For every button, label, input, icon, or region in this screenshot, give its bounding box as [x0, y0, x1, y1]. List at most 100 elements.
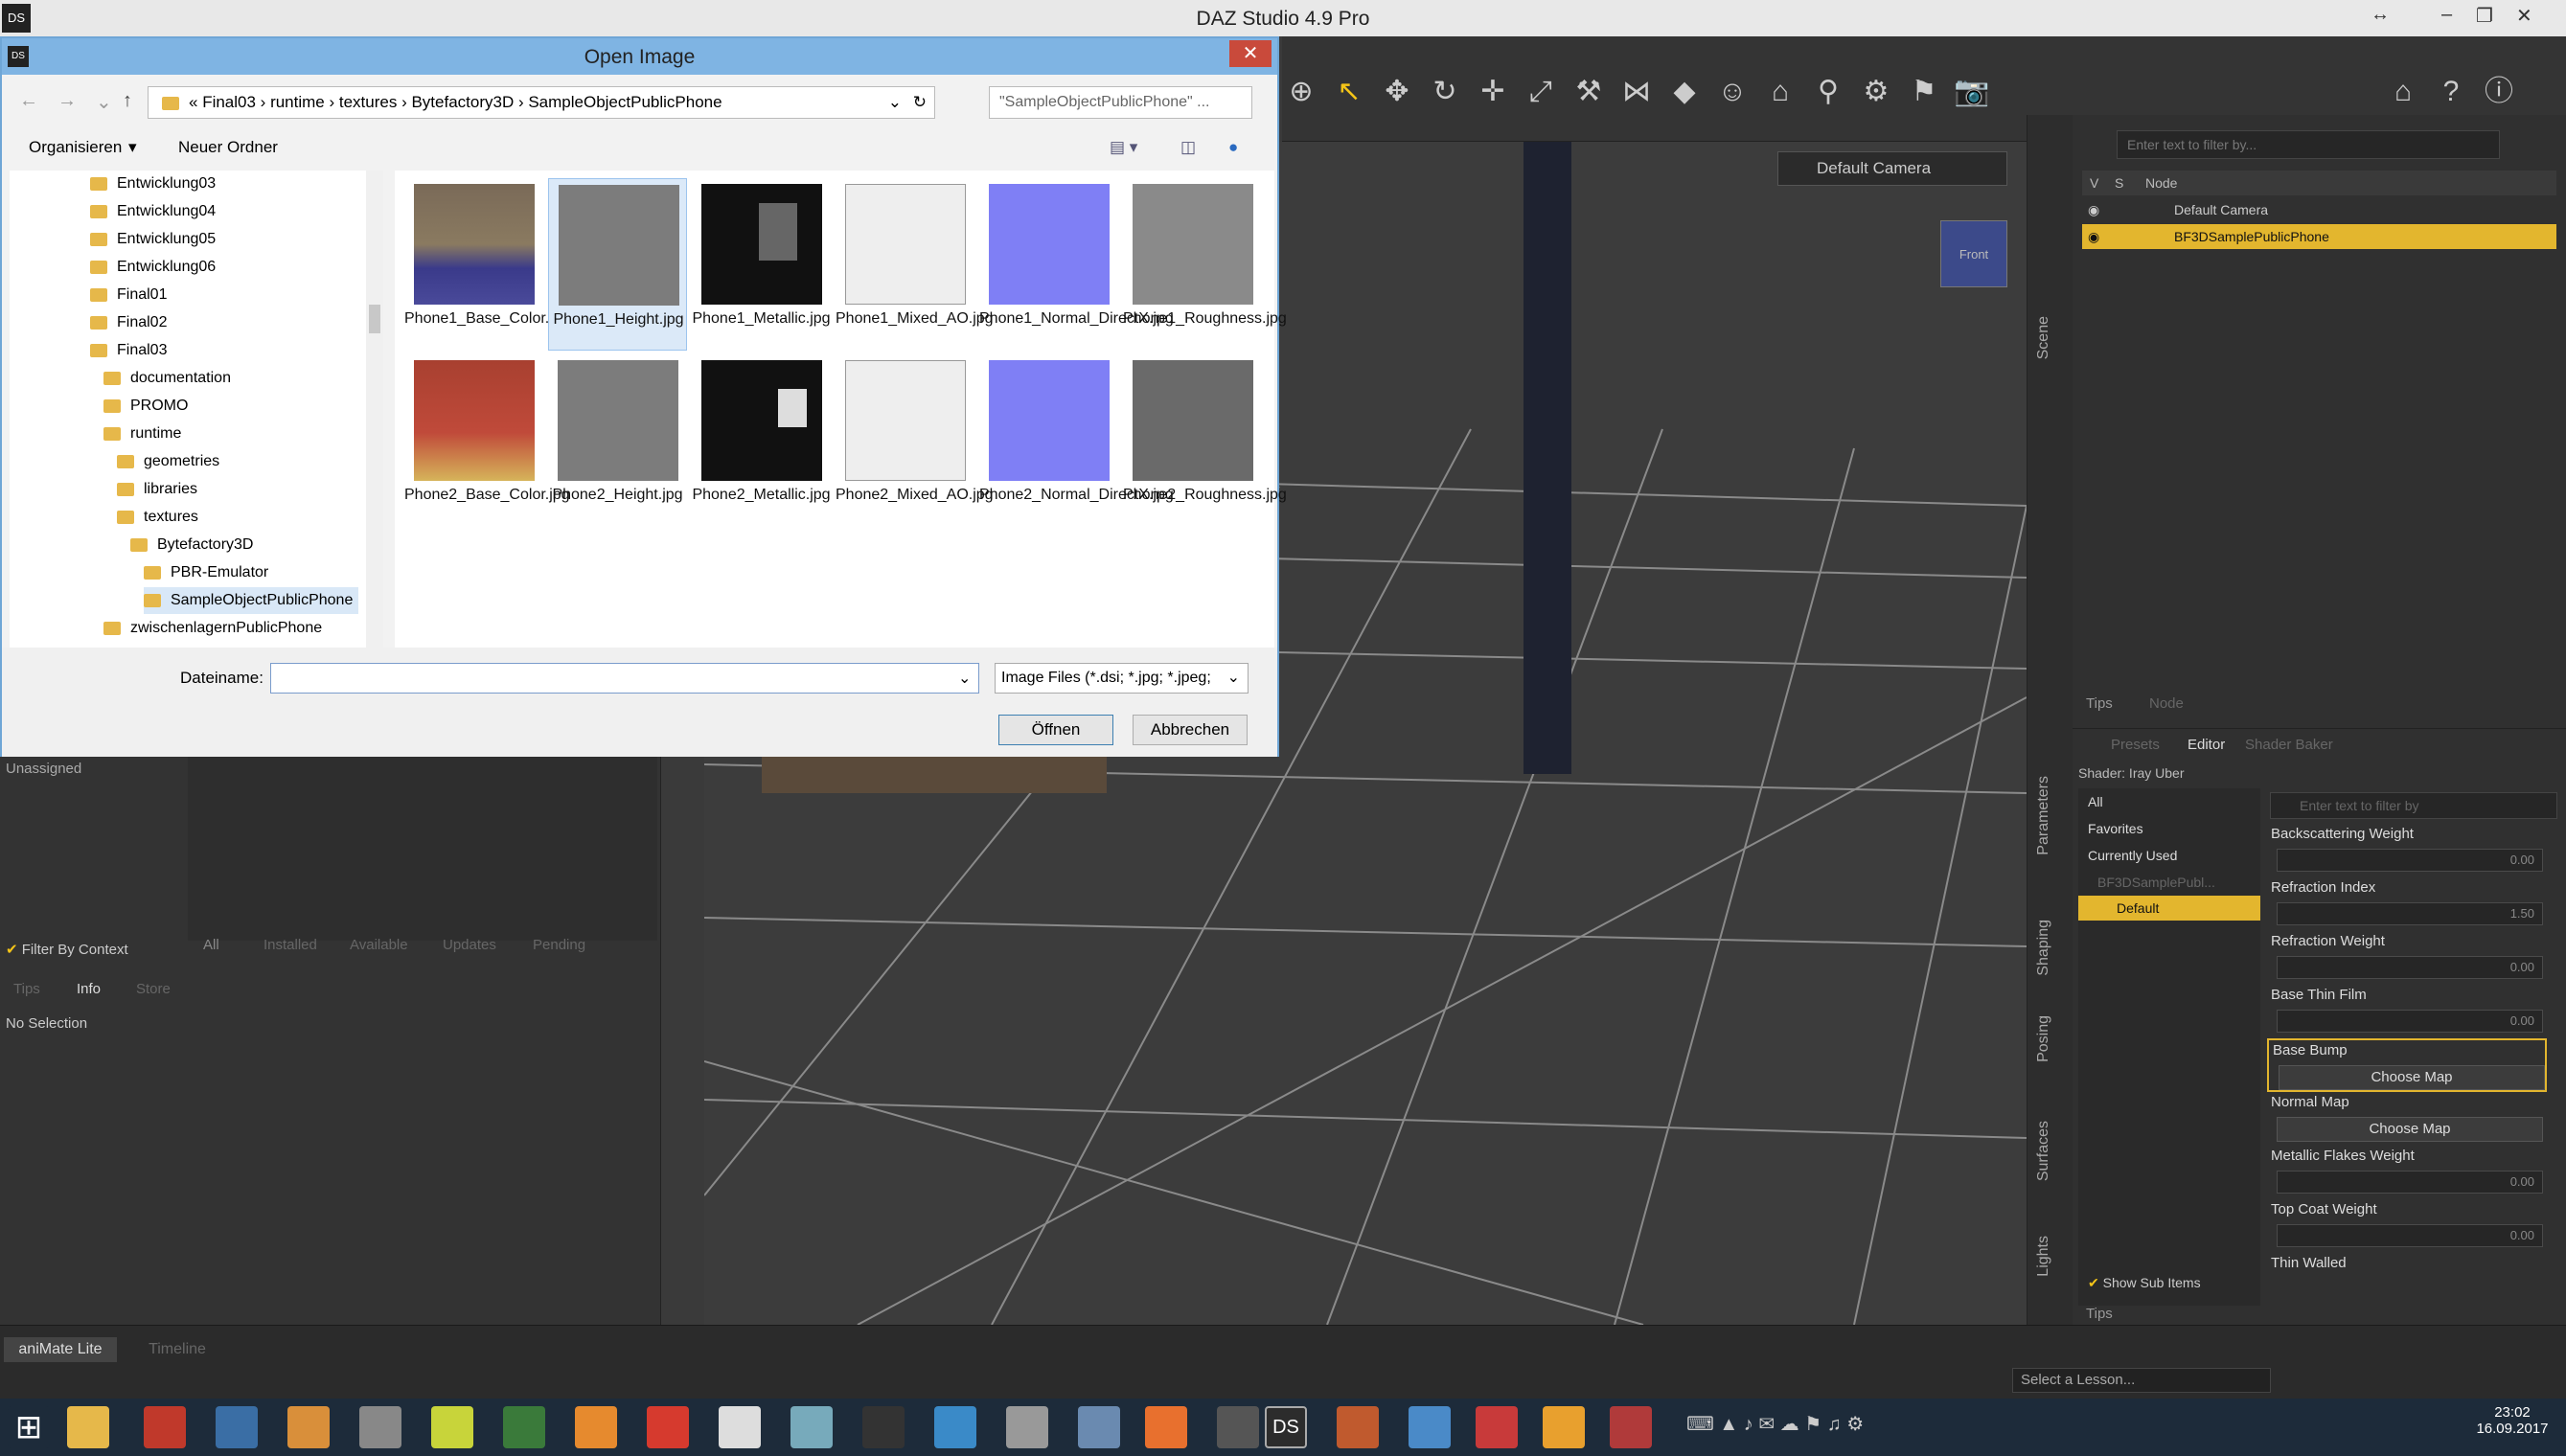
- app-icon[interactable]: [503, 1406, 545, 1448]
- file-item[interactable]: Phone1_Mixed_AO.jpg: [836, 178, 994, 351]
- tab-store[interactable]: Store: [136, 981, 171, 997]
- category-currently-used[interactable]: Currently Used: [2088, 848, 2177, 863]
- normal-map-choose-map[interactable]: Choose Map: [2277, 1117, 2543, 1142]
- uv-icon[interactable]: [1217, 1406, 1259, 1448]
- up-icon[interactable]: ↑: [123, 90, 132, 112]
- organize-button[interactable]: Organisieren: [29, 138, 122, 157]
- tab-all[interactable]: All: [203, 937, 219, 953]
- firefox-icon[interactable]: [1145, 1406, 1187, 1448]
- chevron-down-icon[interactable]: ⌄: [958, 669, 971, 688]
- tree-item[interactable]: documentation: [103, 365, 231, 392]
- tab-presets[interactable]: Presets: [2111, 737, 2160, 753]
- app-icon[interactable]: [647, 1406, 689, 1448]
- file-item[interactable]: Phone1_Base_Color.jpg: [404, 178, 570, 351]
- top-coat-slider[interactable]: 0.00: [2277, 1224, 2543, 1247]
- tab-animate-lite[interactable]: aniMate Lite: [4, 1337, 117, 1362]
- tree-item[interactable]: libraries: [117, 476, 197, 503]
- scene-node-camera[interactable]: ◉ Default Camera: [2082, 197, 2556, 222]
- tab-timeline[interactable]: Timeline: [125, 1337, 230, 1362]
- node-weight-icon[interactable]: ⚲: [1809, 73, 1847, 111]
- tree-item[interactable]: geometries: [117, 448, 219, 475]
- app-icon[interactable]: [862, 1406, 905, 1448]
- whats-this-icon[interactable]: ?: [2432, 73, 2470, 111]
- tab-editor[interactable]: Editor: [2188, 737, 2225, 753]
- tree-item[interactable]: Entwicklung05: [90, 226, 216, 253]
- tab-tips[interactable]: Tips: [13, 981, 40, 997]
- base-thin-film-slider[interactable]: 0.00: [2277, 1010, 2543, 1033]
- app-icon[interactable]: [1610, 1406, 1652, 1448]
- material-default[interactable]: Default: [2078, 896, 2260, 921]
- tab-pending[interactable]: Pending: [533, 937, 585, 953]
- file-item[interactable]: Phone1_Normal_DirectX.jpg: [979, 178, 1174, 351]
- camera-selector[interactable]: Default Camera: [1777, 151, 2007, 186]
- surface-selection-icon[interactable]: ◆: [1665, 73, 1704, 111]
- tree-item[interactable]: runtime: [103, 421, 181, 447]
- tab-updates[interactable]: Updates: [443, 937, 496, 953]
- tree-item[interactable]: Entwicklung04: [90, 198, 216, 225]
- file-item[interactable]: Phone1_Metallic.jpg: [692, 178, 831, 351]
- help-icon[interactable]: ⓘ: [2480, 73, 2518, 111]
- app-icon[interactable]: [1476, 1406, 1518, 1448]
- chrome-icon[interactable]: [1543, 1406, 1585, 1448]
- tree-item[interactable]: PROMO: [103, 393, 188, 420]
- view-cube[interactable]: Front: [1940, 220, 2007, 287]
- app-icon[interactable]: [575, 1406, 617, 1448]
- tree-item[interactable]: Final01: [90, 282, 167, 308]
- app-icon[interactable]: [144, 1406, 186, 1448]
- file-item-selected[interactable]: Phone1_Height.jpg: [548, 178, 687, 351]
- breadcrumb-item[interactable]: runtime: [270, 93, 325, 111]
- lesson-selector[interactable]: Select a Lesson...: [2012, 1368, 2271, 1393]
- rotate-tool-icon[interactable]: ↻: [1426, 73, 1464, 111]
- tab-posing[interactable]: Posing: [2035, 1015, 2052, 1062]
- tab-surfaces[interactable]: Surfaces: [2035, 1121, 2052, 1181]
- tab-installed[interactable]: Installed: [263, 937, 317, 953]
- app-icon[interactable]: [790, 1406, 833, 1448]
- tab-available[interactable]: Available: [350, 937, 408, 953]
- tree-item-selected[interactable]: SampleObjectPublicPhone: [144, 587, 359, 614]
- eye-icon[interactable]: ◉: [2088, 224, 2099, 249]
- category-favorites[interactable]: Favorites: [2088, 821, 2143, 836]
- scale-tool-icon[interactable]: ⤢: [1522, 73, 1560, 111]
- start-icon[interactable]: ⊞: [8, 1406, 50, 1448]
- tab-shader-baker[interactable]: Shader Baker: [2245, 737, 2333, 753]
- view-options-icon[interactable]: ▤ ▾: [1110, 138, 1137, 157]
- metallic-flakes-slider[interactable]: 0.00: [2277, 1171, 2543, 1194]
- universal-tool-icon[interactable]: ✥: [1378, 73, 1416, 111]
- joint-editor-icon[interactable]: ⚒: [1569, 73, 1608, 111]
- cancel-button[interactable]: Abbrechen: [1133, 715, 1248, 745]
- back-icon[interactable]: ←: [19, 90, 38, 112]
- tab-parameters[interactable]: Parameters: [2035, 776, 2052, 855]
- chevron-down-icon[interactable]: ⌄: [888, 87, 902, 118]
- tab-lights[interactable]: Lights: [2035, 1236, 2052, 1277]
- app-icon[interactable]: [1409, 1406, 1451, 1448]
- tree-item[interactable]: textures: [117, 504, 198, 531]
- tree-item[interactable]: Entwicklung03: [90, 171, 216, 197]
- render-settings-icon[interactable]: ⚑: [1905, 73, 1943, 111]
- breadcrumb-item[interactable]: Final03: [202, 93, 256, 111]
- explorer-icon[interactable]: [67, 1406, 109, 1448]
- open-button[interactable]: Öffnen: [998, 715, 1113, 745]
- breadcrumb-item[interactable]: textures: [339, 93, 397, 111]
- daz-studio-icon[interactable]: DS: [1265, 1406, 1307, 1448]
- base-bump-choose-map[interactable]: Choose Map: [2279, 1065, 2545, 1090]
- file-type-select[interactable]: Image Files (*.dsi; *.jpg; *.jpeg; ⌄: [995, 663, 1249, 694]
- app-icon[interactable]: [1078, 1406, 1120, 1448]
- file-item[interactable]: Phone2_Roughness.jpg: [1123, 354, 1287, 527]
- breadcrumb-item[interactable]: SampleObjectPublicPhone: [528, 93, 722, 111]
- new-folder-button[interactable]: Neuer Ordner: [178, 138, 278, 157]
- figure-icon[interactable]: ☺: [1713, 73, 1752, 111]
- filename-input[interactable]: [270, 663, 979, 694]
- filter-by-context[interactable]: ✔ Filter By Context: [6, 941, 128, 958]
- tree-scrollbar[interactable]: [366, 171, 383, 648]
- maximize-button[interactable]: ❐: [2476, 4, 2493, 28]
- file-item[interactable]: Phone1_Roughness.jpg: [1123, 178, 1287, 351]
- scene-node-phone[interactable]: ◉ BF3DSamplePublicPhone: [2082, 224, 2556, 249]
- scene-filter-input[interactable]: Enter text to filter by...: [2117, 130, 2500, 159]
- category-all[interactable]: All: [2088, 794, 2103, 809]
- tree-item[interactable]: Bytefactory3D: [130, 532, 253, 558]
- recent-locations-icon[interactable]: ⌄: [96, 90, 112, 114]
- file-item[interactable]: Phone2_Base_Color.jpg: [404, 354, 570, 527]
- tree-item[interactable]: Entwicklung06: [90, 254, 216, 281]
- address-bar[interactable]: « Final03 › runtime › textures › Bytefac…: [148, 86, 935, 119]
- dialog-search-input[interactable]: "SampleObjectPublicPhone" ...: [989, 86, 1252, 119]
